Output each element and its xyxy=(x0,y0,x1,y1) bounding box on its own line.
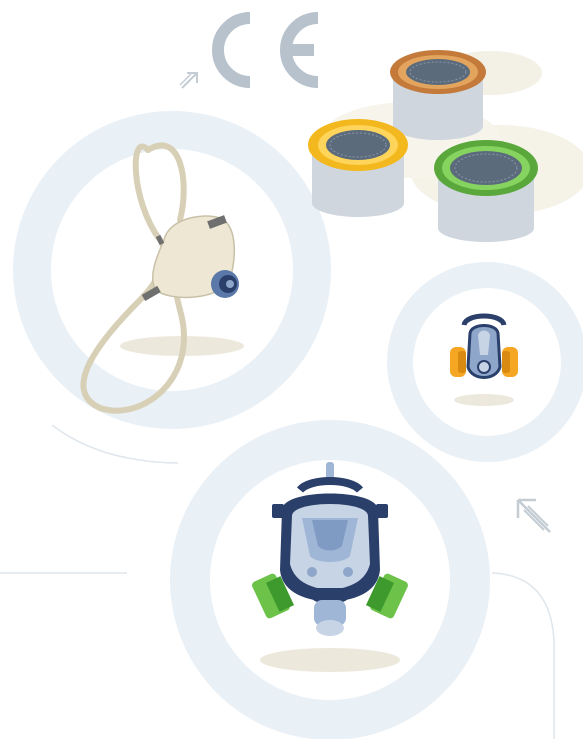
arrow-up-right-icon xyxy=(179,72,198,89)
filter-cartridge-brown-icon xyxy=(390,50,486,140)
arc-right xyxy=(491,572,555,739)
full-face-respirator-icon xyxy=(252,462,408,672)
filter-cartridges-group xyxy=(308,50,583,242)
filter-cartridge-green-icon xyxy=(434,140,538,242)
half-mask-respirator-icon xyxy=(450,313,518,406)
supplied-air-mask-icon xyxy=(80,142,244,414)
illustration-canvas xyxy=(0,0,583,739)
arrow-up-left-icon xyxy=(516,498,551,533)
arc-left xyxy=(51,424,179,464)
filter-cartridge-yellow-icon xyxy=(308,119,408,217)
